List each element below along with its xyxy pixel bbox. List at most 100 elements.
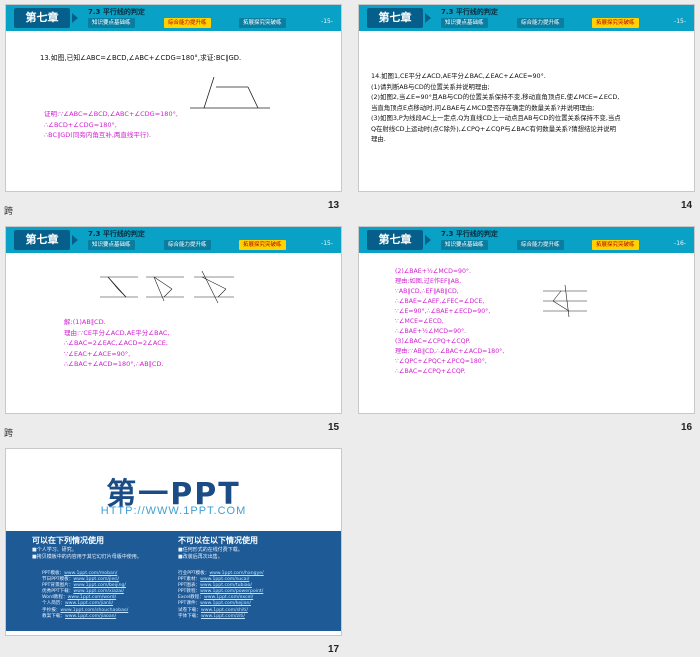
ad-link[interactable]: www.1ppt.com/jieri/ (73, 577, 119, 582)
solution-line: ∵AB∥CD,∴EF∥AB∥CD, (395, 288, 459, 295)
tab-comprehensive: 综合能力提升练 (164, 240, 211, 250)
tab-extension: 拓展探究突破练 (239, 18, 286, 28)
ad-link[interactable]: www.1ppt.com/kejian/ (200, 601, 251, 606)
ad-link[interactable]: www.1ppt.com/ziti/ (201, 614, 245, 619)
tab-comprehensive: 综合能力提升练 (517, 240, 564, 250)
page-label: -15- (321, 18, 333, 25)
ad-link[interactable]: www.1ppt.com/powerpoint/ (200, 589, 263, 594)
allowed-heading: 可以在下列情况使用 (32, 536, 104, 545)
ad-link[interactable]: www.1ppt.com/excel/ (204, 595, 253, 600)
ad-link-label: PPT素材： (178, 577, 201, 583)
chevron-right-icon (425, 13, 431, 23)
right-link-list: 行业PPT模板：www.1ppt.com/hangye/PPT素材：www.1p… (178, 571, 264, 620)
chapter-label: 第七章 (367, 230, 423, 250)
allowed-item: ■拷贝模板中的内容用于其它幻灯片母版中使用。 (32, 554, 142, 560)
solution-line: ∵∠QPC+∠PQC+∠PCQ=180°, (395, 358, 487, 365)
forbidden-list: ■任何形式的在线付费下载。 ■改装后再次出售。 (178, 547, 243, 561)
slide-16[interactable]: 第七章 7.3 平行线的判定 知识要点基础练 综合能力提升练 拓展探究突破练 -… (358, 226, 695, 414)
problem-line: 理由. (371, 135, 386, 143)
problem-line: (3)如图3,P为线段AC上一定点,Q为直线CD上一动点且AB与CD的位置关系保… (371, 114, 621, 122)
ad-link-label: 优秀PPT下载： (42, 589, 74, 595)
ad-link-label: Excel教程： (178, 595, 204, 601)
geometry-figure (543, 284, 587, 318)
chevron-right-icon (425, 235, 431, 245)
ad-link-label: 行业PPT模板： (178, 571, 210, 576)
problem-text: 13.如图,已知∠ABC=∠BCD,∠ABC+∠CDG=180°,求证:BC∥G… (40, 54, 242, 62)
chapter-label: 第七章 (14, 230, 70, 250)
chevron-right-icon (72, 235, 78, 245)
ad-link[interactable]: www.1ppt.com/sucai/ (200, 577, 249, 582)
ad-link-label: PPT课件： (178, 601, 201, 607)
allowed-item: ■个人学习、研究。 (32, 547, 77, 553)
tab-extension: 拓展探究突破练 (239, 240, 286, 250)
geometry-figures (100, 271, 234, 304)
problem-text: 14.如图1,CE平分∠ACD,AE平分∠BAC,∠EAC+∠ACE=90°. … (371, 71, 621, 145)
slide-17[interactable]: 第一PPT HTTP://WWW.1PPT.COM 可以在下列情况使用 不可以在… (5, 448, 342, 636)
slide-number: 17 (328, 644, 340, 655)
solution-line: 理由:∵AB∥CD,∴∠BAC+∠ACD=180°, (395, 348, 505, 355)
ad-link-row: 教案下载：www.1ppt.com/jiaoan/ (42, 614, 128, 620)
tab-basic: 知识要点基础练 (88, 240, 135, 250)
problem-line: (1)请判断AB与CD的位置关系并说明理由; (371, 82, 490, 91)
tab-basic: 知识要点基础练 (441, 240, 488, 250)
solution-line: ∵∠E=90°,∴∠BAE+∠ECD=90°, (395, 308, 491, 315)
chapter-label: 第七章 (367, 8, 423, 28)
ad-link-row: 字体下载：www.1ppt.com/ziti/ (178, 614, 264, 620)
ad-link[interactable]: www.1ppt.com/xiazai/ (73, 589, 124, 594)
solution-line: 证明:∵∠ABC=∠BCD,∠ABC+∠CDG=180°, (44, 110, 178, 118)
forbidden-item: ■任何形式的在线付费下载。 (178, 547, 243, 553)
forbidden-item: ■改装后再次出售。 (178, 554, 223, 560)
page-label: -15- (321, 240, 333, 247)
problem-line: 14.如图1,CE平分∠ACD,AE平分∠BAC,∠EAC+∠ACE=90°. (371, 72, 546, 80)
problem-line: (2)如图2,当∠E=90°且AB与CD的位置关系保持不变,移动直角顶点E,使∠… (371, 93, 620, 101)
ad-link[interactable]: www.1ppt.com/hangye/ (209, 571, 263, 576)
ad-link[interactable]: www.1ppt.com/tubiao/ (200, 583, 252, 588)
usage-terms-band: 可以在下列情况使用 不可以在以下情况使用 ■个人学习、研究。 ■拷贝模板中的内容… (6, 531, 341, 631)
ad-link-label: 教案下载： (42, 613, 65, 619)
ad-link-label: 节日PPT模板： (42, 577, 74, 583)
slide-14[interactable]: 第七章 7.3 平行线的判定 知识要点基础练 综合能力提升练 拓展探究突破练 -… (358, 4, 695, 192)
ad-link[interactable]: www.1ppt.com/word/ (68, 595, 117, 600)
solution-line: ∴∠BAC=∠CPQ+∠CQP. (395, 368, 466, 375)
slide-13[interactable]: 第七章 7.3 平行线的判定 知识要点基础练 综合能力提升练 拓展探究突破练 -… (5, 4, 342, 192)
ad-link[interactable]: www.1ppt.com/beijing/ (73, 583, 126, 588)
solution-line: ∴∠BAE+½∠MCD=90°. (395, 328, 467, 335)
forbidden-heading: 不可以在以下情况使用 (178, 536, 258, 545)
chevron-right-icon (72, 13, 78, 23)
tab-basic: 知识要点基础练 (88, 18, 135, 28)
slide-number: 16 (681, 422, 693, 433)
solution-line: ∴BC∥GD(同旁内角互补,两直线平行). (44, 131, 152, 139)
ad-link-label: Word教程： (42, 595, 68, 601)
problem-line: 当直角顶点E点移动时,问∠BAE与∠MCD是否存在确定的数量关系?并说明理由; (371, 103, 595, 112)
solution-line: 理由:∵CE平分∠ACD,AE平分∠BAC, (64, 328, 170, 337)
slide-flag: 跨 (4, 207, 14, 217)
tab-extension: 拓展探究突破练 (592, 240, 639, 250)
ad-link[interactable]: www.1ppt.com/jianli/ (65, 601, 113, 606)
ad-link-label: PPT背景图片： (42, 583, 74, 589)
problem-line: Q在射线CD上运动时(点C除外),∠CPQ+∠CQP与∠BAC有何数量关系?猜想… (371, 124, 616, 133)
allowed-list: ■个人学习、研究。 ■拷贝模板中的内容用于其它幻灯片母版中使用。 (32, 547, 142, 561)
ad-link[interactable]: www.1ppt.com/shiti/ (201, 608, 248, 613)
page-label: -16- (674, 240, 686, 247)
ad-logo-area: 第一PPT HTTP://WWW.1PPT.COM (6, 449, 341, 529)
slide-sorter-grid: 第七章 7.3 平行线的判定 知识要点基础练 综合能力提升练 拓展探究突破练 -… (0, 0, 700, 657)
solution-line: ∵∠EAC+∠ACE=90°, (64, 349, 131, 358)
ad-link-label: PPT图表： (178, 583, 201, 589)
ad-link-label: PPT教程： (178, 589, 201, 595)
solution-line: 理由:如图,过E作EF∥AB, (395, 278, 462, 285)
section-title: 7.3 平行线的判定 (441, 230, 498, 238)
geometry-figure (190, 76, 270, 109)
ad-link[interactable]: www.1ppt.com/shouchaobao/ (60, 608, 128, 613)
ad-link-label: 个人简历： (42, 601, 65, 607)
ad-link[interactable]: www.1ppt.com/jiaoan/ (65, 614, 116, 619)
section-title: 7.3 平行线的判定 (441, 8, 498, 16)
tab-comprehensive: 综合能力提升练 (164, 18, 211, 28)
slide-number: 15 (328, 422, 340, 433)
ad-link[interactable]: www.1ppt.com/moban/ (64, 571, 117, 576)
tab-comprehensive: 综合能力提升练 (517, 18, 564, 28)
solution-text: (2)∠BAE+½∠MCD=90°. 理由:如图,过E作EF∥AB, ∵AB∥C… (395, 267, 504, 377)
solution-line: ∵∠MCE=∠ECD, (395, 318, 444, 325)
slide-15[interactable]: 第七章 7.3 平行线的判定 知识要点基础练 综合能力提升练 拓展探究突破练 -… (5, 226, 342, 414)
section-title: 7.3 平行线的判定 (88, 8, 145, 16)
ad-link-label: PPT模板： (42, 571, 65, 576)
